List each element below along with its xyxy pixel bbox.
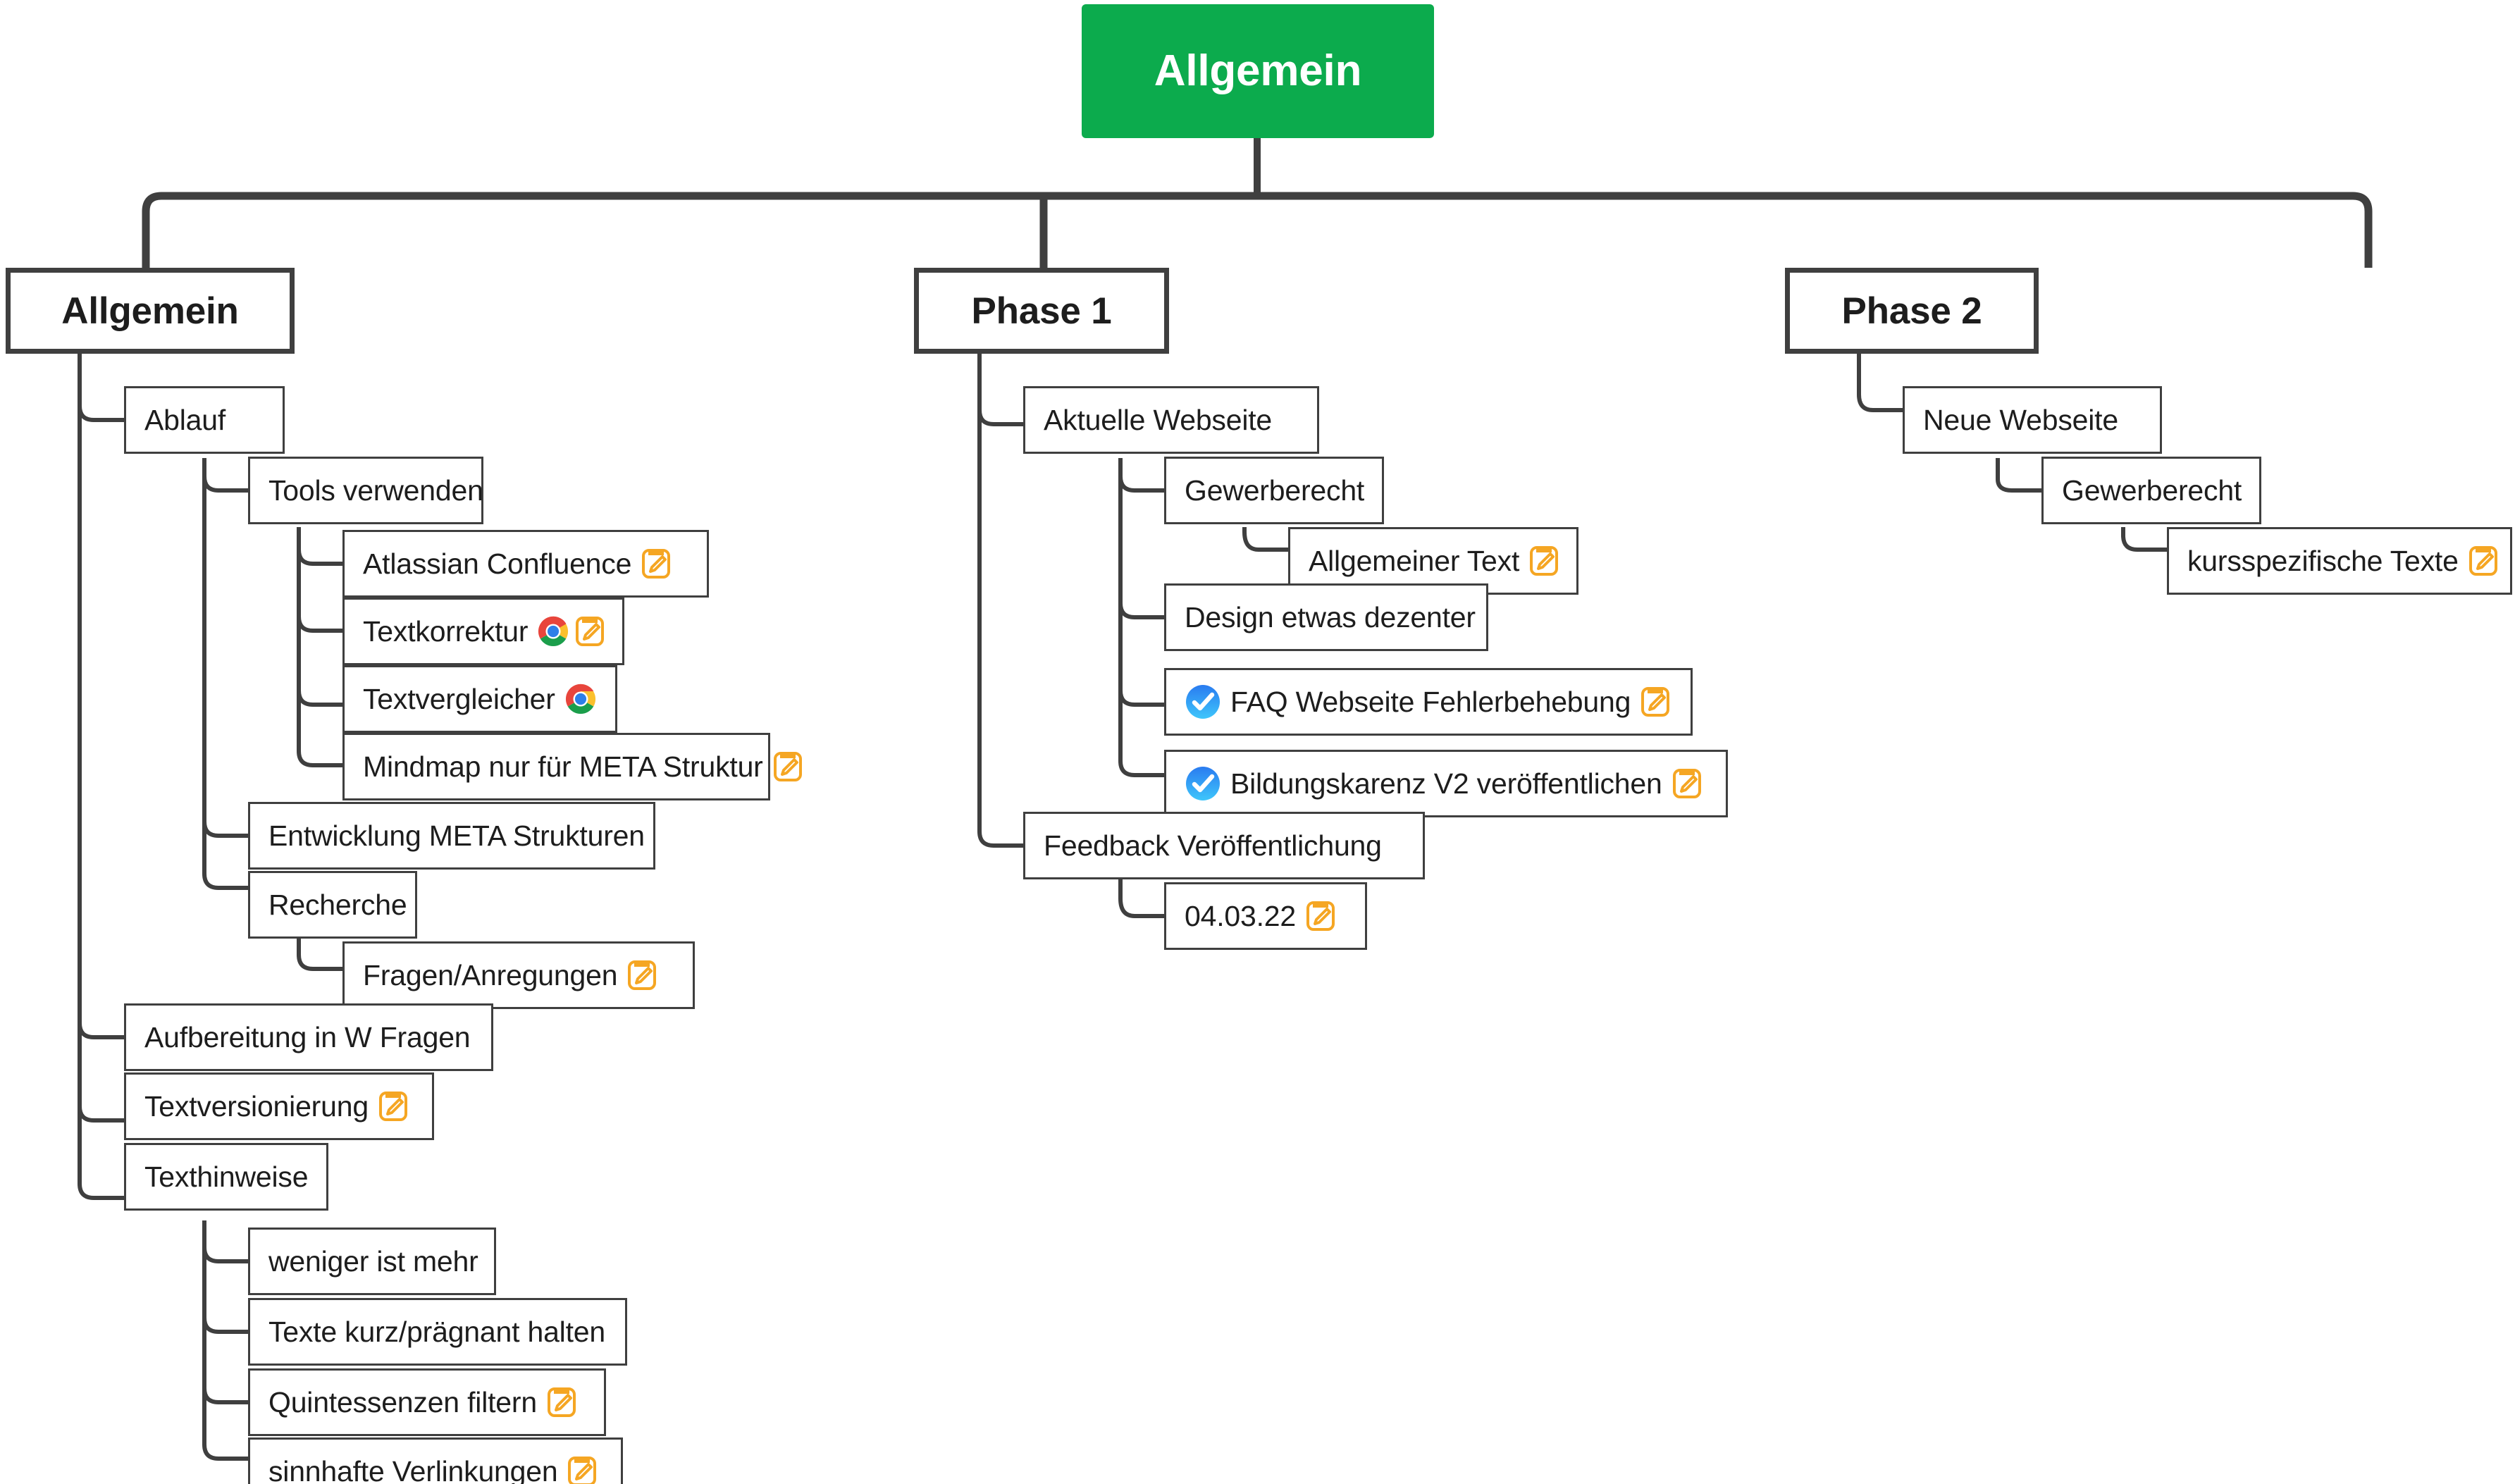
node-label: Mindmap nur für META Struktur: [363, 750, 763, 783]
node-icons: [567, 1455, 597, 1484]
node-label: Textvergleicher: [363, 682, 555, 715]
node-label: Tools verwenden: [268, 474, 483, 507]
node-textvergleicher[interactable]: Textvergleicher: [342, 665, 617, 733]
node-label: Textkorrektur: [363, 614, 529, 648]
note-icon[interactable]: [1529, 545, 1559, 577]
node-textkorrektur[interactable]: Textkorrektur: [342, 598, 624, 665]
node-label: Quintessenzen filtern: [268, 1385, 537, 1418]
check-icon[interactable]: [1185, 684, 1221, 720]
node-icons: [1672, 767, 1702, 800]
node-label: Aufbereitung in W Fragen: [144, 1020, 471, 1053]
node-textversionierung[interactable]: Textversionierung: [124, 1072, 434, 1140]
node-label: Bildungskarenz V2 veröffentlichen: [1230, 767, 1662, 800]
node-sinnhafte-verlinkungen[interactable]: sinnhafte Verlinkungen: [248, 1437, 623, 1484]
branch-label: Phase 1: [971, 290, 1112, 332]
note-icon[interactable]: [2468, 545, 2498, 577]
node-mindmap-meta-struktur[interactable]: Mindmap nur für META Struktur: [342, 733, 802, 800]
node-label: Textversionierung: [144, 1089, 369, 1123]
node-label: Neue Webseite: [1923, 403, 2118, 436]
node-neue-webseite[interactable]: Neue Webseite: [1903, 386, 2162, 454]
note-icon[interactable]: [1306, 900, 1335, 932]
chrome-icon[interactable]: [538, 616, 569, 647]
note-icon[interactable]: [641, 548, 671, 580]
note-icon[interactable]: [575, 615, 605, 648]
node-gewerberecht-phase-2[interactable]: Gewerberecht: [2041, 457, 2261, 524]
branch-node-phase-2[interactable]: Phase 2: [1785, 268, 2039, 354]
node-label: Recherche: [268, 888, 407, 921]
branch-label: Phase 2: [1841, 290, 1982, 332]
node-tools-verwenden[interactable]: Tools verwenden: [248, 457, 483, 524]
node-label: Allgemeiner Text: [1309, 544, 1520, 577]
node-fragen-anregungen[interactable]: Fragen/Anregungen: [342, 941, 695, 1009]
node-icons: [378, 1090, 408, 1123]
node-texthinweise[interactable]: Texthinweise: [124, 1143, 328, 1211]
node-atlassian-confluence[interactable]: Atlassian Confluence: [342, 530, 709, 598]
node-quintessenzen-filtern[interactable]: Quintessenzen filtern: [248, 1368, 606, 1436]
node-aufbereitung-w-fragen[interactable]: Aufbereitung in W Fragen: [124, 1003, 493, 1071]
node-gewerberecht-phase-1[interactable]: Gewerberecht: [1164, 457, 1384, 524]
node-weniger-ist-mehr[interactable]: weniger ist mehr: [248, 1228, 496, 1295]
root-node[interactable]: Allgemein: [1082, 4, 1434, 138]
branch-label: Allgemein: [61, 290, 239, 332]
node-datum[interactable]: 04.03.22: [1164, 882, 1367, 950]
node-design-etwas-dezenter[interactable]: Design etwas dezenter: [1164, 583, 1488, 651]
node-label: Gewerberecht: [2062, 474, 2242, 507]
check-icon[interactable]: [1185, 765, 1221, 802]
node-label: Texte kurz/prägnant halten: [268, 1315, 605, 1348]
note-icon[interactable]: [1640, 686, 1670, 718]
node-label: Aktuelle Webseite: [1044, 403, 1273, 436]
node-label: Design etwas dezenter: [1185, 600, 1476, 633]
node-kursspezifische-texte[interactable]: kursspezifische Texte: [2167, 527, 2512, 595]
node-ablauf[interactable]: Ablauf: [124, 386, 285, 454]
node-label: Gewerberecht: [1185, 474, 1365, 507]
node-label: Atlassian Confluence: [363, 547, 632, 580]
node-icons: [773, 750, 803, 783]
note-icon[interactable]: [378, 1090, 408, 1123]
node-icons: [547, 1386, 576, 1418]
note-icon[interactable]: [1672, 767, 1702, 800]
note-icon[interactable]: [627, 959, 657, 991]
chrome-icon[interactable]: [565, 684, 596, 715]
note-icon[interactable]: [567, 1455, 597, 1484]
node-bildungskarenz-v2[interactable]: Bildungskarenz V2 veröffentlichen: [1164, 750, 1728, 817]
node-label: 04.03.22: [1185, 899, 1296, 932]
node-icons: [1640, 686, 1670, 718]
node-entwicklung-meta-strukturen[interactable]: Entwicklung META Strukturen: [248, 802, 655, 870]
node-label: Texthinweise: [144, 1160, 309, 1193]
node-label: sinnhafte Verlinkungen: [268, 1454, 558, 1484]
node-feedback-veroeffentlichung[interactable]: Feedback Veröffentlichung: [1023, 812, 1425, 879]
node-label: Fragen/Anregungen: [363, 958, 618, 991]
node-icons: [1306, 900, 1335, 932]
node-label: kursspezifische Texte: [2187, 544, 2459, 577]
node-aktuelle-webseite[interactable]: Aktuelle Webseite: [1023, 386, 1319, 454]
note-icon[interactable]: [547, 1386, 576, 1418]
node-icons: [565, 684, 596, 715]
branch-node-allgemein[interactable]: Allgemein: [6, 268, 295, 354]
node-label: weniger ist mehr: [268, 1244, 478, 1278]
node-label: Feedback Veröffentlichung: [1044, 829, 1382, 862]
root-node-label: Allgemein: [1154, 47, 1362, 95]
note-icon[interactable]: [773, 750, 803, 783]
node-faq-webseite-fehlerbehebung[interactable]: FAQ Webseite Fehlerbehebung: [1164, 668, 1693, 736]
node-icons: [1529, 545, 1559, 577]
branch-node-phase-1[interactable]: Phase 1: [914, 268, 1169, 354]
node-recherche[interactable]: Recherche: [248, 871, 417, 939]
node-icons: [627, 959, 657, 991]
node-label: Entwicklung META Strukturen: [268, 819, 645, 852]
node-icons: [641, 548, 671, 580]
node-texte-kurz-praegnant-halten[interactable]: Texte kurz/prägnant halten: [248, 1298, 627, 1366]
mindmap-canvas: Allgemein Allgemein Phase 1 Phase 2 Abla…: [0, 0, 2515, 1484]
node-icons: [538, 615, 605, 648]
node-icons: [2468, 545, 2498, 577]
node-label: FAQ Webseite Fehlerbehebung: [1230, 685, 1631, 718]
node-label: Ablauf: [144, 403, 226, 436]
